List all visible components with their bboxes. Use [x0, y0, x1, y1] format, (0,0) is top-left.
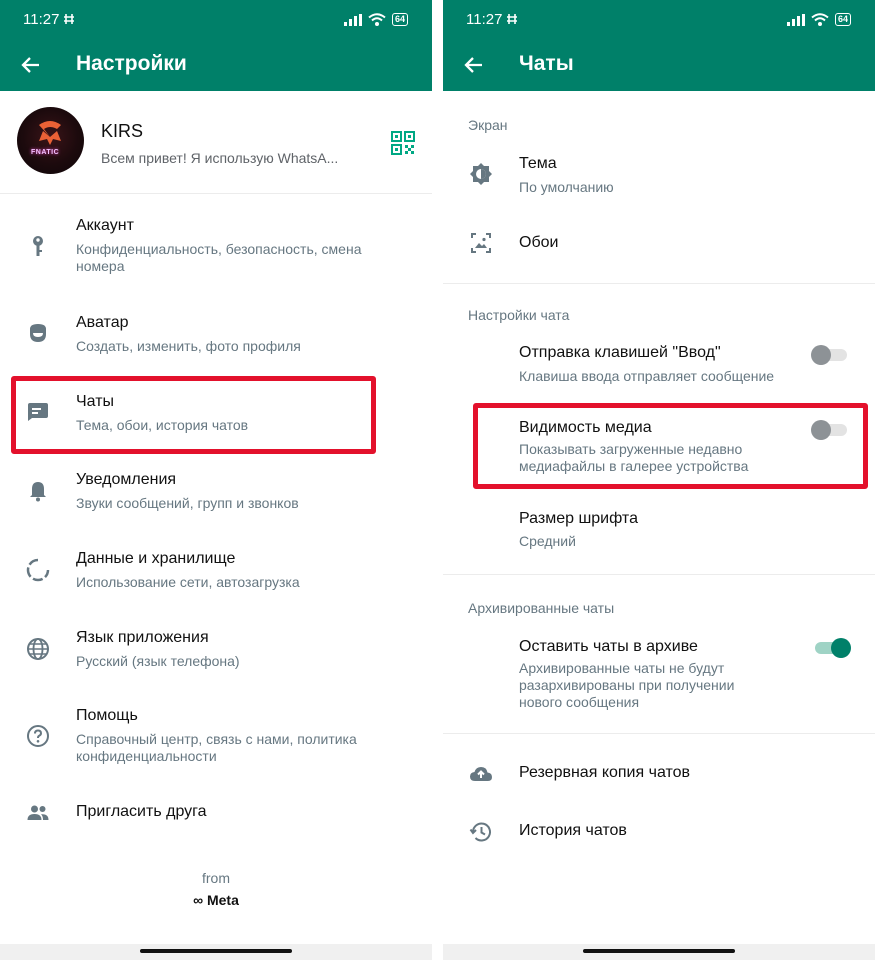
item-subtitle: Конфиденциальность, безопасность, смена … — [76, 241, 362, 274]
theme-brightness-icon — [469, 162, 493, 186]
item-subtitle: Справочный центр, связь с нами, политика… — [76, 731, 357, 764]
wifi-icon — [368, 13, 386, 26]
settings-item-font-size[interactable]: Размер шрифта Средний — [443, 505, 875, 560]
item-title: Уведомления — [76, 471, 177, 488]
highlight-box-chats — [11, 376, 376, 454]
item-title: Аккаунт — [76, 217, 134, 234]
item-subtitle: Использование сети, автозагрузка — [76, 574, 300, 590]
item-subtitle: Создать, изменить, фото профиля — [76, 338, 301, 354]
meta-label: Meta — [206, 892, 239, 908]
keep-archived-toggle[interactable] — [811, 637, 851, 659]
status-bar: 11:27 64 — [443, 0, 875, 40]
avatar-face-icon — [26, 321, 50, 345]
profile-status: Всем привет! Я использую WhatsA... — [101, 150, 339, 166]
item-title: Данные и хранилище — [76, 550, 236, 567]
item-subtitle: По умолчанию — [519, 179, 614, 195]
item-subtitle: Архивированные чаты не будут разархивиро… — [519, 660, 735, 710]
item-title: Обои — [519, 234, 559, 251]
signal-icon — [343, 13, 362, 26]
key-icon — [26, 234, 50, 258]
from-label: from — [202, 870, 230, 886]
status-time: 11:27 — [23, 11, 60, 28]
divider — [443, 574, 875, 575]
settings-item-invite[interactable]: Пригласить друга — [0, 798, 432, 838]
page-title: Чаты — [519, 52, 574, 75]
divider — [443, 283, 875, 284]
profile-row[interactable]: FNATIC KIRS Всем привет! Я использую Wha… — [0, 91, 432, 194]
settings-item-backup[interactable]: Резервная копия чатов — [443, 755, 875, 795]
divider — [443, 733, 875, 734]
enter-send-toggle[interactable] — [811, 344, 851, 366]
app-bar: Чаты — [443, 40, 875, 91]
page-title: Настройки — [76, 52, 187, 75]
home-indicator[interactable] — [140, 949, 292, 953]
item-title: Пригласить друга — [76, 803, 207, 820]
item-title: Оставить чаты в архиве — [519, 638, 698, 655]
status-bar: 11:27 64 — [0, 0, 432, 40]
settings-item-keep-archived[interactable]: Оставить чаты в архиве Архивированные ча… — [443, 632, 875, 717]
hash-icon — [506, 12, 518, 30]
status-icons: 64 — [786, 13, 851, 26]
item-title: Язык приложения — [76, 629, 209, 646]
help-icon — [26, 724, 50, 748]
item-title: История чатов — [519, 822, 627, 839]
profile-name: KIRS — [101, 121, 144, 141]
globe-icon — [26, 637, 50, 661]
item-title: Помощь — [76, 707, 138, 724]
item-subtitle: Средний — [519, 533, 576, 549]
section-header-screen: Экран — [468, 117, 508, 133]
back-arrow-icon[interactable] — [462, 53, 486, 77]
highlight-box-media-visibility — [473, 403, 868, 489]
settings-item-language[interactable]: Язык приложения Русский (язык телефона) — [0, 624, 432, 684]
section-header-chat-settings: Настройки чата — [468, 307, 570, 323]
item-subtitle: Русский (язык телефона) — [76, 653, 240, 669]
item-subtitle: Звуки сообщений, групп и звонков — [76, 495, 299, 511]
settings-screen: 11:27 64 Настройки FNATIC KIRS Всем прив… — [0, 0, 432, 960]
settings-item-avatar[interactable]: Аватар Создать, изменить, фото профиля — [0, 308, 432, 368]
chats-settings-screen: 11:27 64 Чаты Экран Тема По умолчанию Об… — [443, 0, 875, 960]
wifi-icon — [811, 13, 829, 26]
meta-infinity-icon: ∞ — [193, 892, 204, 908]
item-title: Резервная копия чатов — [519, 764, 691, 781]
meta-logo: ∞ Meta — [0, 892, 432, 908]
status-icons: 64 — [343, 13, 408, 26]
toggle-thumb — [811, 345, 831, 365]
back-arrow-icon[interactable] — [19, 53, 43, 77]
status-time: 11:27 — [466, 11, 503, 28]
settings-item-theme[interactable]: Тема По умолчанию — [443, 150, 875, 210]
people-icon — [26, 801, 50, 825]
settings-item-help[interactable]: Помощь Справочный центр, связь с нами, п… — [0, 702, 432, 777]
signal-icon — [786, 13, 805, 26]
item-subtitle: Клавиша ввода отправляет сообщение — [519, 368, 775, 384]
bell-icon — [26, 479, 50, 503]
nav-bar — [0, 944, 432, 960]
toggle-thumb — [831, 638, 851, 658]
history-icon — [469, 820, 493, 844]
settings-item-account[interactable]: Аккаунт Конфиденциальность, безопасность… — [0, 212, 432, 287]
nav-bar — [443, 944, 875, 960]
battery-indicator: 64 — [834, 13, 851, 26]
avatar[interactable]: FNATIC — [17, 107, 84, 174]
app-bar: Настройки — [0, 40, 432, 91]
qr-code-icon[interactable] — [391, 131, 415, 155]
settings-item-wallpaper[interactable]: Обои — [443, 224, 875, 264]
fnatic-logo-icon — [39, 121, 61, 145]
settings-item-storage[interactable]: Данные и хранилище Использование сети, а… — [0, 545, 432, 605]
item-title: Тема — [519, 155, 557, 172]
settings-item-notifications[interactable]: Уведомления Звуки сообщений, групп и зво… — [0, 466, 432, 526]
hash-icon — [63, 12, 75, 30]
item-title: Размер шрифта — [519, 510, 638, 527]
settings-item-history[interactable]: История чатов — [443, 813, 875, 853]
avatar-logo-text: FNATIC — [31, 149, 60, 156]
battery-indicator: 64 — [391, 13, 408, 26]
wallpaper-icon — [469, 231, 493, 255]
storage-circle-icon — [26, 558, 50, 582]
cloud-upload-icon — [469, 762, 493, 786]
item-title: Аватар — [76, 314, 129, 331]
item-title: Отправка клавишей "Ввод" — [519, 344, 721, 361]
section-header-archived: Архивированные чаты — [468, 600, 615, 616]
panel-gap — [432, 0, 443, 960]
settings-item-enter-send[interactable]: Отправка клавишей "Ввод" Клавиша ввода о… — [443, 338, 875, 393]
home-indicator[interactable] — [583, 949, 735, 953]
